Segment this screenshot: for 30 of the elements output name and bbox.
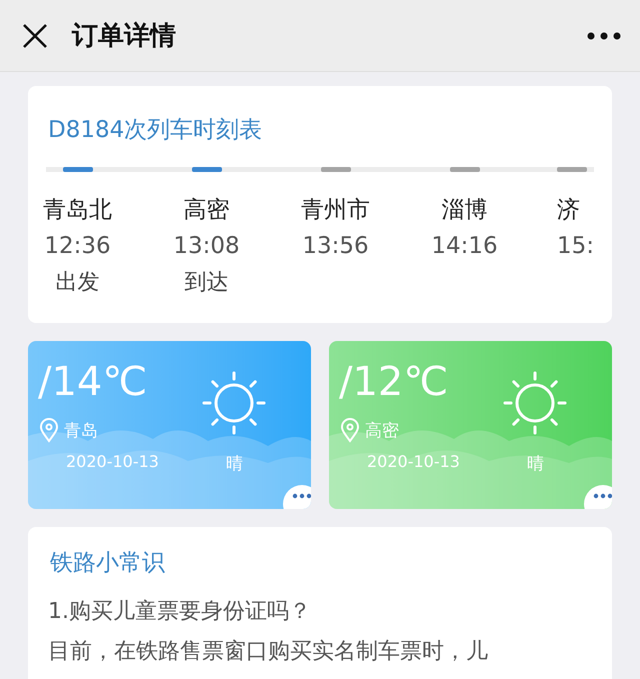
location-pin-icon [339, 417, 361, 443]
station-name: 高密 [184, 196, 230, 225]
tip-question: 1.购买儿童票要身份证吗？ [48, 598, 312, 626]
station-status: 到达 [184, 269, 228, 297]
more-icon [593, 493, 612, 499]
page-title: 订单详情 [72, 20, 177, 53]
location-pin-icon [38, 417, 60, 443]
timetable-title: D8184次列车时刻表 [48, 116, 264, 145]
station-time: 15: [557, 233, 594, 259]
tip-answer: 目前，在铁路售票窗口购买实名制车票时，儿 [48, 638, 489, 666]
station-time: 14:16 [431, 233, 498, 259]
weather-condition: 晴 [527, 453, 544, 475]
station-status: 出发 [56, 269, 100, 297]
weather-date: 2020-10-13 [367, 452, 460, 471]
weather-condition: 晴 [226, 453, 243, 475]
tips-title: 铁路小常识 [50, 549, 166, 578]
city-name: 青岛 [64, 420, 98, 442]
station-name: 济 [557, 196, 580, 225]
weather-date: 2020-10-13 [66, 452, 159, 471]
city-name: 高密 [365, 420, 399, 442]
station-name: 青岛北 [43, 196, 112, 225]
temperature: /14℃ [38, 359, 148, 405]
station-time: 12:36 [44, 233, 111, 259]
station-time: 13:08 [173, 233, 240, 259]
more-icon [292, 493, 311, 499]
more-icon[interactable] [586, 30, 622, 40]
station-time: 13:56 [302, 233, 369, 259]
temperature: /12℃ [339, 359, 448, 405]
station-name: 淄博 [442, 196, 488, 225]
station-name: 青州市 [301, 196, 370, 225]
